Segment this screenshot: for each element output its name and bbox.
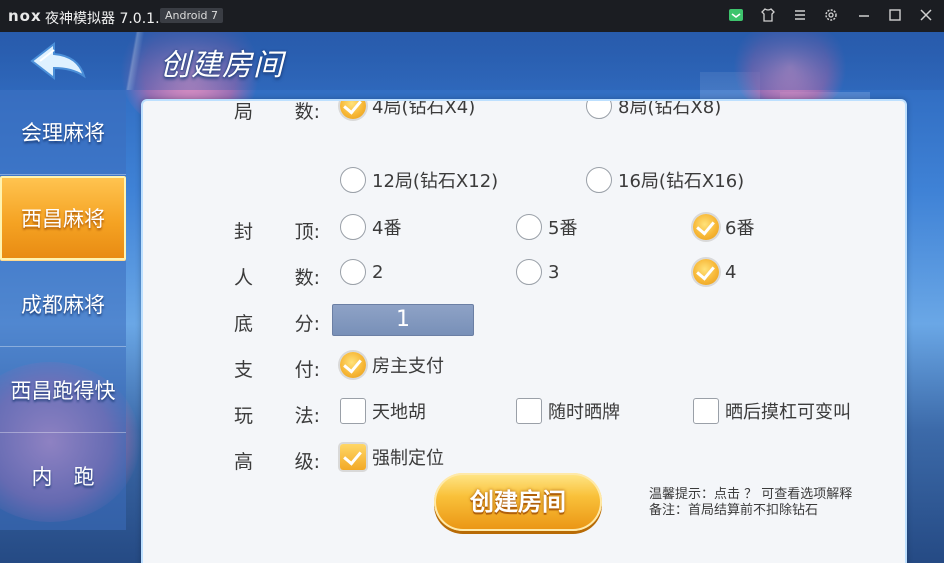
radio-unselected [340,214,366,240]
sidebar-item-xichang-paodekuai[interactable]: 西昌跑得快 [0,348,126,433]
option-payment-owner[interactable]: 房主支付 [340,352,444,378]
sidebar-item-huili-mahjong[interactable]: 会理麻将 [0,90,126,175]
radio-unselected [516,214,542,240]
option-players-4[interactable]: 4 [693,259,736,285]
checkbox-checked [340,444,366,470]
checkbox-unchecked [693,398,719,424]
checkbox-show-anytime[interactable]: 随时晒牌 [516,398,620,424]
page-title: 创建房间 [160,48,284,83]
radio-selected [340,101,366,119]
checkbox-force-location[interactable]: 强制定位 [340,444,444,470]
rules-label: 玩法: [234,405,320,427]
game-screen: 创建房间 会理麻将 西昌麻将 成都麻将 西昌跑得快 内 跑 局数: 4局(钻石X… [0,32,944,563]
tip-line-2: 备注：首局结算前不扣除钻石 [649,503,819,518]
base-score-label: 底分: [234,313,320,335]
menu-icon[interactable] [791,7,809,25]
radio-unselected [586,167,612,193]
option-players-3[interactable]: 3 [516,259,559,285]
rounds-label: 局数: [234,101,320,123]
option-rounds-12[interactable]: 12局(钻石X12) [340,167,498,193]
option-players-2[interactable]: 2 [340,259,383,285]
sidebar-item-xichang-mahjong[interactable]: 西昌麻将 [0,176,126,261]
radio-unselected [340,259,366,285]
game-type-sidebar: 会理麻将 西昌麻将 成都麻将 西昌跑得快 内 跑 [0,90,126,530]
app-title: 夜神模拟器 7.0.1.0 [45,11,169,27]
nox-logo: nox [8,7,42,25]
checkbox-tiandihu[interactable]: 天地胡 [340,398,426,424]
back-button[interactable] [18,38,98,84]
create-room-button[interactable]: 创建房间 [434,473,602,531]
option-rounds-8[interactable]: 8局(钻石X8) [586,101,721,119]
advanced-label: 高级: [234,451,320,473]
sidebar-item-neipao[interactable]: 内 跑 [0,434,126,518]
option-cap-6[interactable]: 6番 [693,214,754,240]
payment-label: 支付: [234,359,320,381]
close-icon[interactable] [917,7,935,25]
radio-selected [340,352,366,378]
gear-icon[interactable] [822,7,840,25]
checkbox-change-call-after-show[interactable]: 晒后摸杠可变叫 [693,398,851,424]
radio-unselected [586,101,612,119]
mail-icon[interactable] [727,7,745,25]
radio-selected [693,259,719,285]
base-score-input[interactable]: 1 [332,304,474,336]
cap-label: 封顶: [234,221,320,243]
minimize-icon[interactable] [855,7,873,25]
option-cap-4[interactable]: 4番 [340,214,401,240]
option-cap-5[interactable]: 5番 [516,214,577,240]
radio-unselected [516,259,542,285]
android-version-badge: Android 7 [160,8,224,23]
radio-unselected [340,167,366,193]
back-arrow-icon [30,41,86,81]
checkbox-unchecked [340,398,366,424]
sidebar-item-chengdu-mahjong[interactable]: 成都麻将 [0,262,126,347]
option-rounds-4[interactable]: 4局(钻石X4) [340,101,475,119]
tips-text: 温馨提示：点击 ？ 可查看选项解释 备注：首局结算前不扣除钻石 [649,487,852,519]
radio-selected [693,214,719,240]
option-rounds-16[interactable]: 16局(钻石X16) [586,167,744,193]
maximize-icon[interactable] [886,7,904,25]
room-settings-panel: 局数: 4局(钻石X4) 8局(钻石X8) 12局(钻石X12) 16局(钻石X… [141,99,907,563]
players-label: 人数: [234,267,320,289]
tip-line-1: 温馨提示：点击 ？ 可查看选项解释 [649,487,853,502]
emulator-titlebar: nox 夜神模拟器 7.0.1.0 Android 7 [0,0,944,32]
checkbox-unchecked [516,398,542,424]
shirt-icon[interactable] [759,7,777,25]
header-divider [118,32,152,90]
